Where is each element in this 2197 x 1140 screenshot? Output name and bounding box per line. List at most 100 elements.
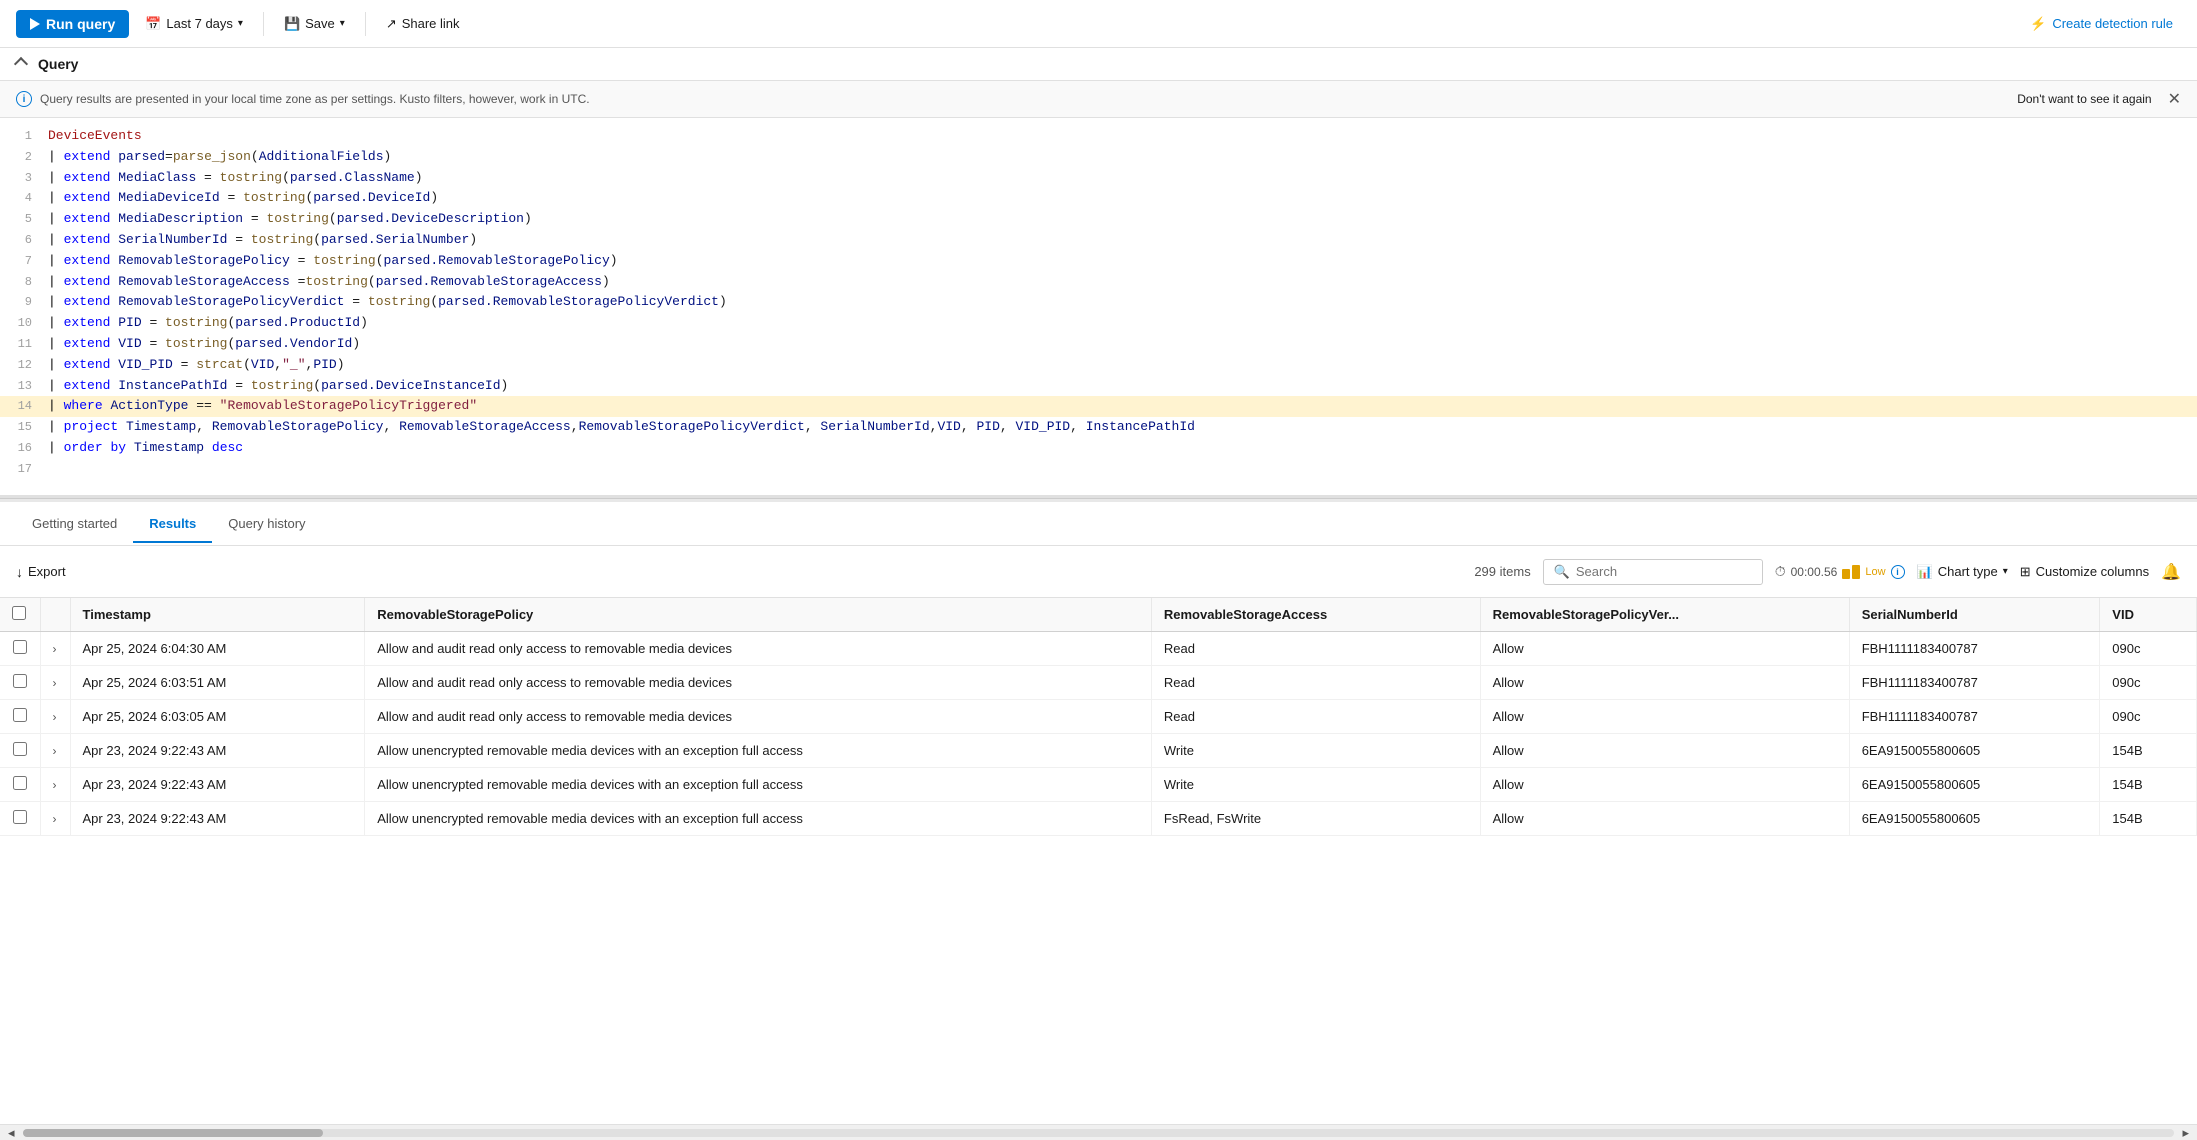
share-button[interactable]: ↗ Share link xyxy=(378,12,468,36)
line-num-8: 8 xyxy=(8,273,48,292)
scroll-thumb[interactable] xyxy=(23,1129,323,1137)
line-num-10: 10 xyxy=(8,314,48,333)
expand-arrow[interactable]: › xyxy=(53,710,57,724)
row-checkbox[interactable] xyxy=(13,776,27,790)
code-editor[interactable]: 1 DeviceEvents 2 | extend parsed=parse_j… xyxy=(0,118,2197,498)
expand-arrow[interactable]: › xyxy=(53,676,57,690)
row-checkbox[interactable] xyxy=(13,708,27,722)
line-num-15: 15 xyxy=(8,418,48,437)
col-header-vid[interactable]: VID xyxy=(2100,598,2197,632)
col-header-timestamp[interactable]: Timestamp xyxy=(70,598,365,632)
code-line-11: 11 | extend VID = tostring(parsed.Vendor… xyxy=(0,334,2197,355)
perf-label: Low xyxy=(1865,566,1885,578)
code-content-12: | extend VID_PID = strcat(VID,"_",PID) xyxy=(48,355,2189,376)
create-detection-rule-button[interactable]: ⚡ Create detection rule xyxy=(2022,12,2181,36)
row-checkbox[interactable] xyxy=(13,810,27,824)
customize-columns-button[interactable]: ⊞ Customize columns xyxy=(2020,564,2149,580)
table-row: › Apr 23, 2024 9:22:43 AM Allow unencryp… xyxy=(0,768,2197,802)
row-access: Write xyxy=(1151,768,1480,802)
export-button[interactable]: ↓ Export xyxy=(16,564,66,580)
col-header-serial[interactable]: SerialNumberId xyxy=(1849,598,2100,632)
row-serial: 6EA9150055800605 xyxy=(1849,802,2100,836)
run-query-button[interactable]: Run query xyxy=(16,10,129,38)
info-banner-close-button[interactable]: ✕ xyxy=(2168,89,2181,109)
row-verdict: Allow xyxy=(1480,768,1849,802)
col-header-verdict[interactable]: RemovableStoragePolicyVer... xyxy=(1480,598,1849,632)
col-header-check[interactable] xyxy=(0,598,40,632)
row-policy: Allow and audit read only access to remo… xyxy=(365,632,1152,666)
bottom-scrollbar[interactable]: ◂ ▸ xyxy=(0,1124,2197,1140)
expand-arrow[interactable]: › xyxy=(53,812,57,826)
expand-arrow[interactable]: › xyxy=(53,642,57,656)
time-range-button[interactable]: 📅 Last 7 days ▾ xyxy=(137,12,251,36)
row-policy: Allow unencrypted removable media device… xyxy=(365,802,1152,836)
code-line-9: 9 | extend RemovableStoragePolicyVerdict… xyxy=(0,292,2197,313)
time-range-label: Last 7 days xyxy=(166,16,233,31)
code-content-6: | extend SerialNumberId = tostring(parse… xyxy=(48,230,2189,251)
line-num-1: 1 xyxy=(8,127,48,146)
code-content-11: | extend VID = tostring(parsed.VendorId) xyxy=(48,334,2189,355)
row-policy: Allow and audit read only access to remo… xyxy=(365,700,1152,734)
main-content: Query i Query results are presented in y… xyxy=(0,48,2197,1140)
table-row: › Apr 23, 2024 9:22:43 AM Allow unencryp… xyxy=(0,734,2197,768)
expand-arrow[interactable]: › xyxy=(53,744,57,758)
save-button[interactable]: 💾 Save ▾ xyxy=(276,12,353,36)
row-check-cell[interactable] xyxy=(0,700,40,734)
search-input[interactable] xyxy=(1576,564,1752,579)
row-expand-cell[interactable]: › xyxy=(40,802,70,836)
tab-query-history[interactable]: Query history xyxy=(212,506,321,543)
row-check-cell[interactable] xyxy=(0,734,40,768)
row-access: Write xyxy=(1151,734,1480,768)
row-expand-cell[interactable]: › xyxy=(40,768,70,802)
row-policy: Allow unencrypted removable media device… xyxy=(365,768,1152,802)
row-timestamp: Apr 23, 2024 9:22:43 AM xyxy=(70,768,365,802)
timing-badge: ⏱ 00:00.56 Low i xyxy=(1775,563,1905,580)
row-check-cell[interactable] xyxy=(0,768,40,802)
export-label: Export xyxy=(28,564,66,579)
collapse-icon[interactable] xyxy=(14,57,28,71)
row-checkbox[interactable] xyxy=(13,640,27,654)
expand-arrow[interactable]: › xyxy=(53,778,57,792)
code-line-16: 16 | order by Timestamp desc xyxy=(0,438,2197,459)
line-num-16: 16 xyxy=(8,439,48,458)
chart-type-button[interactable]: 📊 Chart type ▾ xyxy=(1917,564,2008,580)
code-line-1: 1 DeviceEvents xyxy=(0,126,2197,147)
line-num-3: 3 xyxy=(8,169,48,188)
perf-bars xyxy=(1842,565,1860,579)
scroll-right-arrow[interactable]: ▸ xyxy=(2182,1125,2189,1140)
scroll-left-arrow[interactable]: ◂ xyxy=(8,1125,15,1140)
table-row: › Apr 25, 2024 6:03:51 AM Allow and audi… xyxy=(0,666,2197,700)
scroll-track[interactable] xyxy=(23,1129,2175,1137)
tab-getting-started[interactable]: Getting started xyxy=(16,506,133,543)
col-header-policy[interactable]: RemovableStoragePolicy xyxy=(365,598,1152,632)
timing-value: 00:00.56 xyxy=(1791,565,1838,579)
col-verdict-label: RemovableStoragePolicyVer... xyxy=(1493,607,1679,622)
row-access: FsRead, FsWrite xyxy=(1151,802,1480,836)
row-verdict: Allow xyxy=(1480,734,1849,768)
dont-show-button[interactable]: Don't want to see it again xyxy=(2017,92,2151,106)
row-expand-cell[interactable]: › xyxy=(40,632,70,666)
row-expand-cell[interactable]: › xyxy=(40,734,70,768)
columns-icon: ⊞ xyxy=(2020,564,2031,580)
select-all-checkbox[interactable] xyxy=(12,606,26,620)
row-access: Read xyxy=(1151,700,1480,734)
col-header-access[interactable]: RemovableStorageAccess xyxy=(1151,598,1480,632)
row-access: Read xyxy=(1151,632,1480,666)
line-num-6: 6 xyxy=(8,231,48,250)
row-checkbox[interactable] xyxy=(13,674,27,688)
row-checkbox[interactable] xyxy=(13,742,27,756)
row-expand-cell[interactable]: › xyxy=(40,666,70,700)
row-check-cell[interactable] xyxy=(0,802,40,836)
tab-results[interactable]: Results xyxy=(133,506,212,543)
row-check-cell[interactable] xyxy=(0,666,40,700)
table-wrapper[interactable]: Timestamp RemovableStoragePolicy Removab… xyxy=(0,598,2197,1124)
play-icon xyxy=(30,18,40,30)
row-expand-cell[interactable]: › xyxy=(40,700,70,734)
code-content-8: | extend RemovableStorageAccess =tostrin… xyxy=(48,272,2189,293)
col-access-label: RemovableStorageAccess xyxy=(1164,607,1327,622)
row-check-cell[interactable] xyxy=(0,632,40,666)
search-box[interactable]: 🔍 xyxy=(1543,559,1763,585)
code-content-2: | extend parsed=parse_json(AdditionalFie… xyxy=(48,147,2189,168)
results-section: Getting started Results Query history ↓ … xyxy=(0,502,2197,1140)
notification-button[interactable]: 🔔 xyxy=(2161,562,2181,582)
